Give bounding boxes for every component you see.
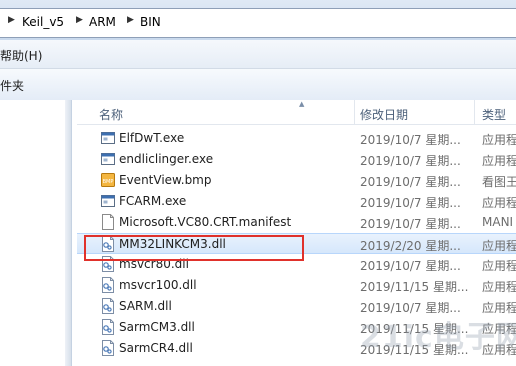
file-type: MANI <box>482 215 514 229</box>
exe-icon <box>101 151 115 167</box>
file-name: SarmCR4.dll <box>119 341 193 355</box>
list-item[interactable]: FCARM.exe 2019/10/7 星期... 应用程 <box>77 191 516 212</box>
file-date: 2019/10/7 星期... <box>360 154 461 168</box>
column-divider[interactable] <box>474 100 475 124</box>
pane-splitter[interactable] <box>65 100 72 366</box>
column-header: ▲ 名称 修改日期 类型 <box>77 100 516 125</box>
list-item[interactable]: Microsoft.VC80.CRT.manifest 2019/10/7 星期.… <box>77 212 516 233</box>
sort-arrow-icon: ▲ <box>299 100 305 108</box>
file-date: 2019/10/7 星期... <box>360 175 461 189</box>
menu-bar: 帮助(H) <box>0 40 516 69</box>
file-name: msvcr100.dll <box>119 278 197 292</box>
file-type: 应用程 <box>482 280 516 294</box>
file-type: 应用程 <box>482 259 516 273</box>
breadcrumb-bin[interactable]: BIN <box>140 15 161 29</box>
file-date: 2019/2/20 星期... <box>360 239 461 253</box>
exe-icon <box>101 130 115 146</box>
list-item[interactable]: BMP EventView.bmp 2019/10/7 星期... 看图王 <box>77 170 516 191</box>
file-name: SarmCM3.dll <box>119 320 195 334</box>
breadcrumb-keil[interactable]: Keil_v5 <box>22 15 64 29</box>
breadcrumb-chevron-icon[interactable]: ▶ <box>76 15 83 25</box>
list-item[interactable]: ElfDwT.exe 2019/10/7 星期... 应用程 <box>77 128 516 149</box>
toolbar: 件夹 <box>0 69 516 101</box>
file-name: endliclinger.exe <box>119 152 214 166</box>
file-type: 应用程 <box>482 154 516 168</box>
breadcrumb-chevron-icon[interactable]: ▶ <box>8 15 15 25</box>
dll-icon <box>101 340 115 356</box>
file-type: 应用程 <box>482 239 516 253</box>
breadcrumb-arm[interactable]: ARM <box>89 15 116 29</box>
file-date: 2019/11/15 星期... <box>360 280 469 294</box>
dll-icon <box>101 298 115 314</box>
menu-help[interactable]: 帮助(H) <box>0 47 42 64</box>
file-date: 2019/10/7 星期... <box>360 196 461 210</box>
column-type[interactable]: 类型 <box>482 106 506 123</box>
column-date[interactable]: 修改日期 <box>360 106 408 123</box>
new-folder-button[interactable]: 件夹 <box>0 77 24 94</box>
file-type: 看图王 <box>482 175 516 189</box>
file-name: SARM.dll <box>119 299 172 313</box>
breadcrumb-chevron-icon[interactable]: ▶ <box>127 15 134 25</box>
bmp-icon: BMP <box>101 172 115 188</box>
file-type: 应用程 <box>482 133 516 147</box>
file-name: Microsoft.VC80.CRT.manifest <box>119 215 292 229</box>
highlight-box <box>84 235 304 261</box>
watermark-logo: 21ic电子网 <box>360 320 516 355</box>
svg-text:BMP: BMP <box>103 179 114 185</box>
dll-icon <box>101 277 115 293</box>
column-divider[interactable] <box>354 100 355 124</box>
column-name[interactable]: 名称 <box>99 106 123 123</box>
file-date: 2019/10/7 星期... <box>360 133 461 147</box>
file-date: 2019/10/7 星期... <box>360 259 461 273</box>
file-date: 2019/10/7 星期... <box>360 217 461 231</box>
dll-icon <box>101 319 115 335</box>
file-name: EventView.bmp <box>119 173 212 187</box>
file-name: FCARM.exe <box>119 194 187 208</box>
address-box[interactable]: ▶ Keil_v5 ▶ ARM ▶ BIN <box>0 8 516 38</box>
list-item[interactable]: endliclinger.exe 2019/10/7 星期... 应用程 <box>77 149 516 170</box>
list-item[interactable]: msvcr100.dll 2019/11/15 星期... 应用程 <box>77 275 516 296</box>
address-bar: ▶ Keil_v5 ▶ ARM ▶ BIN <box>0 0 516 40</box>
manifest-icon <box>101 214 115 230</box>
exe-icon <box>101 193 115 209</box>
file-name: ElfDwT.exe <box>119 131 185 145</box>
file-type: 应用程 <box>482 196 516 210</box>
